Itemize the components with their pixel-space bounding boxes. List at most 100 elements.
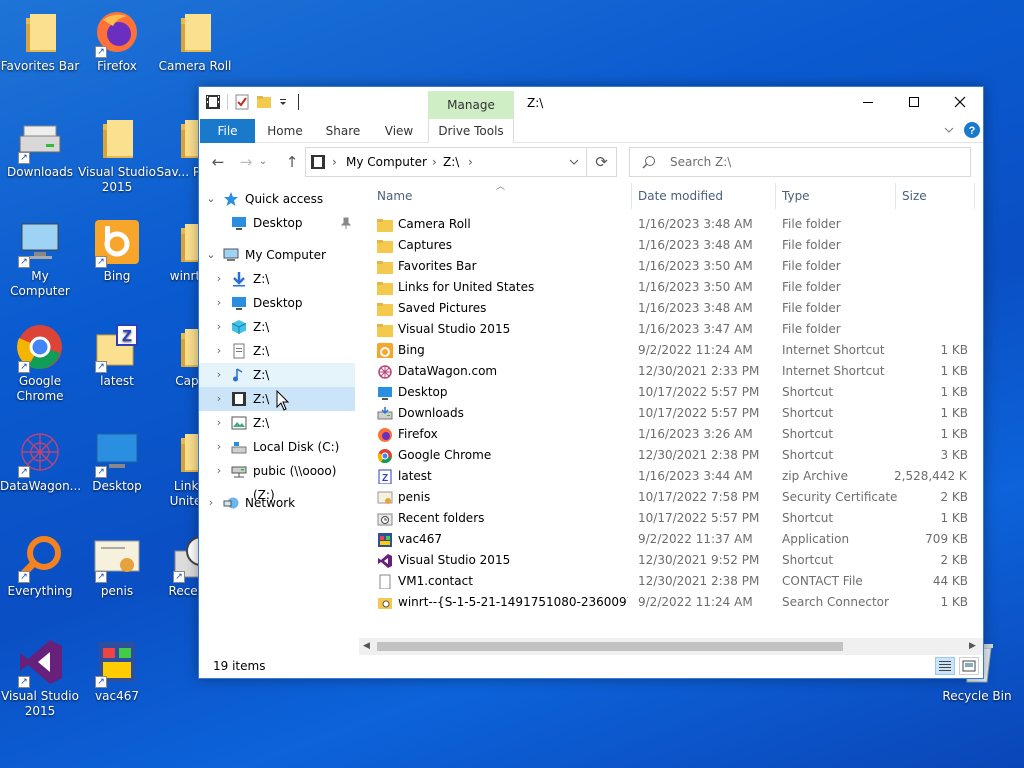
desktop-icon-item[interactable]: ↗ Everything <box>0 533 80 599</box>
desktop-icon-item[interactable]: Z ↗ latest <box>77 323 157 389</box>
column-divider[interactable] <box>895 183 896 209</box>
chevron-right-icon[interactable]: › <box>213 459 225 483</box>
tab-home[interactable]: Home <box>265 119 305 143</box>
chevron-right-icon[interactable]: › <box>213 291 225 315</box>
file-row[interactable]: Favorites Bar 1/16/2023 3:50 AM File folde… <box>374 256 974 277</box>
file-row[interactable]: VM1.contact 12/30/2021 2:38 PM CONTACT Fil… <box>374 571 974 592</box>
back-button[interactable]: ← <box>207 151 229 173</box>
desktop-icon-item[interactable]: ↗ Desktop <box>77 428 157 494</box>
desktop-icon-item[interactable]: ↗ vac467 <box>77 638 157 704</box>
minimize-button[interactable] <box>845 87 891 117</box>
breadcrumb-separator[interactable]: › <box>468 155 473 169</box>
desktop-icon-item[interactable]: ↗ My Computer <box>0 218 80 299</box>
file-row[interactable]: Recent folders 10/17/2022 5:57 PM Shortcut… <box>374 508 974 529</box>
desktop-icon-item[interactable]: ↗ Bing <box>77 218 157 284</box>
title-bar[interactable]: Manage Z:\ <box>199 87 983 119</box>
manage-contextual-tab[interactable]: Manage <box>428 91 514 119</box>
chevron-right-icon[interactable]: › <box>213 435 225 459</box>
file-row[interactable]: Zlatest 1/16/2023 3:44 AM zip Archive 2,528… <box>374 466 974 487</box>
tab-file[interactable]: File <box>200 119 255 143</box>
chevron-right-icon[interactable]: › <box>213 267 225 291</box>
chevron-down-icon[interactable]: ⌄ <box>205 187 217 211</box>
tree-item[interactable]: › Z:\ <box>199 315 355 339</box>
recent-locations-button[interactable]: ⌄ <box>257 151 269 173</box>
chevron-right-icon[interactable]: › <box>205 491 217 515</box>
tree-item[interactable]: › Z:\ <box>199 267 355 291</box>
file-row[interactable]: Downloads 10/17/2022 5:57 PM Shortcut 1 KB <box>374 403 974 424</box>
column-name[interactable]: Name <box>377 189 412 203</box>
details-view-button[interactable] <box>935 657 955 675</box>
properties-icon[interactable] <box>234 94 250 110</box>
desktop-icon-item[interactable]: ↗ penis <box>77 533 157 599</box>
chevron-right-icon[interactable]: › <box>213 363 225 387</box>
file-row[interactable]: Visual Studio 2015 1/16/2023 3:47 AM File … <box>374 319 974 340</box>
file-row[interactable]: Camera Roll 1/16/2023 3:48 AM File folder <box>374 214 974 235</box>
search-box[interactable]: Search Z:\ <box>629 147 971 177</box>
tree-item[interactable]: ⌄ Quick access <box>199 187 355 211</box>
up-button[interactable]: ↑ <box>281 151 303 173</box>
file-row[interactable]: Bing 9/2/2022 11:24 AM Internet Shortcut 1 … <box>374 340 974 361</box>
file-row[interactable]: penis 10/17/2022 7:58 PM Security Certific… <box>374 487 974 508</box>
tab-view[interactable]: View <box>381 119 417 143</box>
chevron-right-icon[interactable]: › <box>213 339 225 363</box>
forward-button[interactable]: → <box>235 151 257 173</box>
breadcrumb-separator[interactable]: › <box>432 155 437 169</box>
address-bar[interactable]: › My Computer › Z:\ › <box>305 147 587 177</box>
file-row[interactable]: winrt--{S-1-5-21-1491751080-2360097156..… <box>374 592 974 613</box>
chevron-right-icon[interactable]: › <box>213 387 225 411</box>
column-divider[interactable] <box>974 183 975 209</box>
breadcrumb-separator[interactable]: › <box>332 155 337 169</box>
desktop-icon-item[interactable]: ↗ Firefox <box>77 8 157 74</box>
new-folder-icon[interactable] <box>256 94 272 110</box>
desktop-icon-item[interactable]: ↗ DataWagon... <box>0 428 81 494</box>
tree-item[interactable]: › pubic (\\oooo) (Z:) <box>199 459 355 502</box>
tab-drive-tools[interactable]: Drive Tools <box>428 119 514 143</box>
breadcrumb-my-computer[interactable]: My Computer <box>346 155 427 169</box>
help-icon[interactable]: ? <box>963 121 981 142</box>
search-input[interactable]: Search Z:\ <box>670 155 731 169</box>
file-row[interactable]: Visual Studio 2015 12/30/2021 9:52 PM Shor… <box>374 550 974 571</box>
file-row[interactable]: Firefox 1/16/2023 3:26 AM Shortcut 1 KB <box>374 424 974 445</box>
scrollbar-thumb[interactable] <box>377 642 843 651</box>
tree-item[interactable]: › Network <box>199 491 355 515</box>
desktop-icon-item[interactable]: ↗ Google Chrome <box>0 323 80 404</box>
file-row[interactable]: vac467 9/2/2022 11:37 AM Application 709 KB <box>374 529 974 550</box>
desktop-icon-item[interactable]: Visual Studio 2015 <box>77 114 157 195</box>
file-row[interactable]: Captures 1/16/2023 3:48 AM File folder <box>374 235 974 256</box>
tree-item[interactable]: › Z:\ <box>199 339 355 363</box>
close-button[interactable] <box>937 87 983 117</box>
address-dropdown-icon[interactable] <box>568 154 580 173</box>
expand-ribbon-icon[interactable] <box>943 124 955 139</box>
column-divider[interactable] <box>775 183 776 209</box>
file-row[interactable]: Google Chrome 12/30/2021 2:38 PM Shortcut 3… <box>374 445 974 466</box>
tree-item[interactable]: ⌄ My Computer <box>199 243 355 267</box>
scroll-left-icon[interactable]: ◀ <box>363 641 370 651</box>
column-divider[interactable] <box>631 183 632 209</box>
tree-item[interactable]: › Local Disk (C:) <box>199 435 355 459</box>
large-icons-view-button[interactable] <box>959 657 979 675</box>
desktop-icon-item[interactable]: ↗ Downloads <box>0 114 80 180</box>
column-size[interactable]: Size <box>902 189 927 203</box>
horizontal-scrollbar[interactable]: ◀ ▶ <box>359 638 983 655</box>
scroll-right-icon[interactable]: ▶ <box>969 641 976 651</box>
column-date-modified[interactable]: Date modified <box>638 189 723 203</box>
column-type[interactable]: Type <box>782 189 810 203</box>
maximize-button[interactable] <box>891 87 937 117</box>
chevron-down-icon[interactable]: ⌄ <box>205 243 217 267</box>
refresh-button[interactable]: ⟳ <box>587 147 617 177</box>
chevron-right-icon[interactable]: › <box>213 411 225 435</box>
tree-item[interactable]: › Z:\ <box>199 363 355 387</box>
tree-item[interactable]: Desktop <box>199 211 355 235</box>
file-row[interactable]: DataWagon.com 12/30/2021 2:33 PM Internet … <box>374 361 974 382</box>
chevron-right-icon[interactable]: › <box>213 315 225 339</box>
file-row[interactable]: Saved Pictures 1/16/2023 3:48 AM File fold… <box>374 298 974 319</box>
tab-share[interactable]: Share <box>323 119 363 143</box>
file-row[interactable]: Desktop 10/17/2022 5:57 PM Shortcut 1 KB <box>374 382 974 403</box>
customize-toolbar-icon[interactable] <box>278 94 288 110</box>
tree-item[interactable]: › Desktop <box>199 291 355 315</box>
desktop-icon-item[interactable]: Favorites Bar <box>0 8 80 74</box>
desktop-icon-item[interactable]: ↗ Visual Studio 2015 <box>0 638 80 719</box>
desktop-icon-item[interactable]: Camera Roll <box>155 8 235 74</box>
breadcrumb-drive[interactable]: Z:\ <box>443 155 459 169</box>
file-row[interactable]: Links for United States 1/16/2023 3:50 AM… <box>374 277 974 298</box>
